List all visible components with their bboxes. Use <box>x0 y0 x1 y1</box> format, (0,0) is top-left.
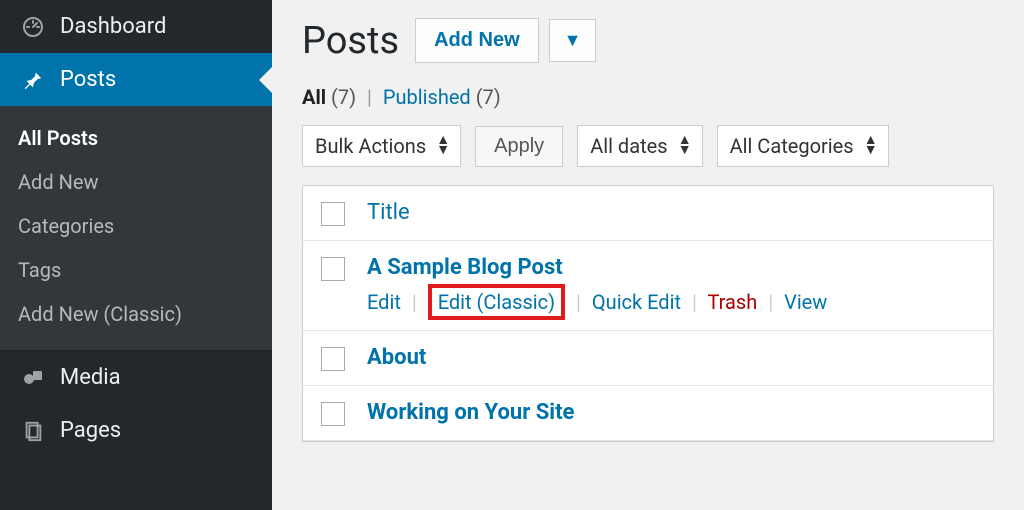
add-new-dropdown[interactable]: ▼ <box>549 19 597 62</box>
sidebar-item-dashboard[interactable]: Dashboard <box>0 0 272 53</box>
post-title-link[interactable]: A Sample Blog Post <box>367 255 827 280</box>
action-edit-classic[interactable]: Edit (Classic) <box>438 290 555 314</box>
submenu-add-new[interactable]: Add New <box>0 160 272 204</box>
highlight-annotation: Edit (Classic) <box>428 284 565 320</box>
admin-sidebar: Dashboard Posts All Posts Add New Catego… <box>0 0 272 510</box>
sidebar-item-posts[interactable]: Posts <box>0 53 272 106</box>
submenu-categories[interactable]: Categories <box>0 204 272 248</box>
dashboard-icon <box>18 15 48 39</box>
page-title: Posts <box>302 19 399 63</box>
sidebar-submenu-posts: All Posts Add New Categories Tags Add Ne… <box>0 106 272 350</box>
add-new-button[interactable]: Add New <box>415 18 539 63</box>
date-filter-select[interactable]: All dates ▲▼ <box>577 125 702 167</box>
media-icon <box>18 366 48 390</box>
action-quick-edit[interactable]: Quick Edit <box>592 290 681 314</box>
sidebar-item-pages[interactable]: Pages <box>0 404 272 457</box>
sidebar-item-media[interactable]: Media <box>0 351 272 404</box>
bulk-actions-select[interactable]: Bulk Actions ▲▼ <box>302 125 461 167</box>
sidebar-label-media: Media <box>60 365 121 390</box>
pages-icon <box>18 420 48 442</box>
action-edit[interactable]: Edit <box>367 290 401 314</box>
filter-published-link[interactable]: Published (7) <box>383 85 501 109</box>
submenu-tags[interactable]: Tags <box>0 248 272 292</box>
sidebar-label-dashboard: Dashboard <box>60 14 166 39</box>
table-header-row: Title <box>303 186 993 241</box>
sidebar-label-pages: Pages <box>60 418 121 443</box>
post-status-filters: All (7) | Published (7) <box>302 85 994 109</box>
filter-bar: Bulk Actions ▲▼ Apply All dates ▲▼ All C… <box>302 125 994 167</box>
submenu-all-posts[interactable]: All Posts <box>0 116 272 160</box>
table-row: About <box>303 331 993 386</box>
filter-all-count: (7) <box>331 85 356 109</box>
sidebar-label-posts: Posts <box>60 67 116 92</box>
post-title-link[interactable]: Working on Your Site <box>367 400 574 425</box>
row-checkbox[interactable] <box>321 257 345 281</box>
row-checkbox[interactable] <box>321 402 345 426</box>
column-header-title[interactable]: Title <box>367 200 410 225</box>
action-trash[interactable]: Trash <box>707 290 757 314</box>
table-row: A Sample Blog Post Edit | Edit (Classic)… <box>303 241 993 331</box>
category-filter-select[interactable]: All Categories ▲▼ <box>717 125 889 167</box>
chevron-sort-icon: ▲▼ <box>436 136 450 156</box>
apply-button[interactable]: Apply <box>475 126 563 167</box>
action-view[interactable]: View <box>784 290 827 314</box>
chevron-sort-icon: ▲▼ <box>864 136 878 156</box>
post-title-link[interactable]: About <box>367 345 426 370</box>
posts-table: Title A Sample Blog Post Edit | Edit (Cl… <box>302 185 994 442</box>
chevron-sort-icon: ▲▼ <box>678 136 692 156</box>
select-all-checkbox[interactable] <box>321 202 345 226</box>
row-actions: Edit | Edit (Classic) | Quick Edit | Tra… <box>367 288 827 316</box>
page-header: Posts Add New ▼ <box>302 18 994 63</box>
main-content: Posts Add New ▼ All (7) | Published (7) … <box>272 0 1024 510</box>
table-row: Working on Your Site <box>303 386 993 441</box>
filter-all-label[interactable]: All <box>302 85 326 109</box>
submenu-add-new-classic[interactable]: Add New (Classic) <box>0 292 272 336</box>
row-checkbox[interactable] <box>321 347 345 371</box>
pin-icon <box>18 69 48 91</box>
